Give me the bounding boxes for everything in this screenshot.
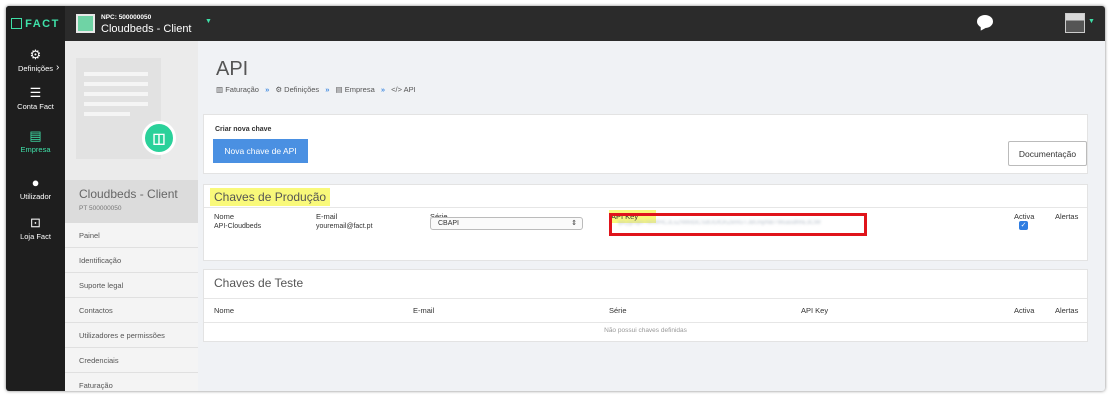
serie-select-value: CBAPI xyxy=(438,220,460,227)
production-keys-panel: Chaves de Produção Nome E-mail Série API… xyxy=(203,184,1088,261)
sidebar-item-suporte-legal[interactable]: Suporte legal xyxy=(65,273,198,298)
gears-icon: ⚙ xyxy=(275,85,283,94)
col-email: E-mail xyxy=(316,212,338,221)
nav-utilizador[interactable]: ● Utilizador xyxy=(6,175,65,201)
sidebar-item-label: Credenciais xyxy=(79,356,119,365)
nav-loja-fact[interactable]: ⊡ Loja Fact xyxy=(6,215,65,241)
col-activa: Activa xyxy=(1014,212,1035,221)
sidebar-item-label: Faturação xyxy=(79,381,113,390)
serie-select[interactable]: CBAPI ⇕ xyxy=(430,217,583,230)
user-icon: ● xyxy=(31,175,40,190)
avatar-caret-icon[interactable]: ▼ xyxy=(1088,18,1095,25)
breadcrumb-empresa[interactable]: Empresa xyxy=(345,85,375,94)
sidebar-item-label: Suporte legal xyxy=(79,281,124,290)
fact-badge-icon: ◫ xyxy=(142,121,176,155)
sidebar-item-label: Identificação xyxy=(79,256,122,265)
select-arrows-icon: ⇕ xyxy=(571,220,577,227)
client-nif: PT 500000050 xyxy=(79,205,122,212)
nav-conta-fact[interactable]: ☰ Conta Fact xyxy=(6,85,65,111)
sidebar-item-label: Utilizadores e permissões xyxy=(79,331,165,340)
sidebar-item-painel[interactable]: Painel xyxy=(65,223,198,248)
app-window: FACT NPC: 500000050 Cloudbeds - Client ▼… xyxy=(6,6,1105,391)
store-icon: ⊡ xyxy=(30,215,41,230)
breadcrumb: ▥ Faturação » ⚙ Definições » ▤ Empresa »… xyxy=(216,85,416,94)
row-name: API-Cloudbeds xyxy=(214,223,262,230)
company-sidebar: ◫ Cloudbeds - Client PT 500000050 Painel… xyxy=(65,41,198,391)
test-keys-title: Chaves de Teste xyxy=(214,276,304,290)
client-info: Cloudbeds - Client PT 500000050 xyxy=(65,180,198,223)
active-checkbox[interactable]: ✓ xyxy=(1019,221,1028,230)
sidebar-item-faturacao[interactable]: Faturação xyxy=(65,373,198,391)
col-serie: Série xyxy=(609,306,627,315)
top-bar: FACT NPC: 500000050 Cloudbeds - Client ▼… xyxy=(6,6,1105,41)
fact-logo[interactable]: FACT xyxy=(6,6,65,41)
documentation-button[interactable]: Documentação xyxy=(1008,141,1087,166)
nav-label: Empresa xyxy=(20,145,51,154)
nav-empresa[interactable]: ▤ Empresa xyxy=(6,128,65,154)
row-email: youremail@fact.pt xyxy=(316,223,373,230)
breadcrumb-separator-icon: » xyxy=(325,85,330,94)
api-key-field[interactable]: ljaQgnqeFNkWHCJLsZNWd3CSdUGfOnZkmGTJBUnp… xyxy=(609,213,867,236)
company-icon[interactable] xyxy=(76,14,95,33)
col-nome: Nome xyxy=(214,306,235,315)
left-nav: ⚙ Definições › ☰ Conta Fact ▤ Empresa ● … xyxy=(6,41,65,391)
company-nif: NPC: 500000050 xyxy=(101,14,152,21)
empty-state: Não possui chaves definidas xyxy=(604,327,687,334)
nav-label: Utilizador xyxy=(19,192,52,201)
company-caret-icon[interactable]: ▼ xyxy=(205,18,212,25)
col-nome: Nome xyxy=(214,212,235,221)
sidebar-item-utilizadores[interactable]: Utilizadores e permissões xyxy=(65,323,198,348)
menu-icon: ☰ xyxy=(29,85,42,100)
logo-text: FACT xyxy=(25,17,60,30)
col-api-key: API Key xyxy=(801,306,829,315)
chevron-right-icon: › xyxy=(56,62,60,73)
building-icon: ▤ xyxy=(29,128,42,143)
company-name[interactable]: Cloudbeds - Client xyxy=(101,23,192,35)
production-keys-title: Chaves de Produção xyxy=(210,188,331,206)
building-icon: ▤ xyxy=(335,85,343,94)
user-avatar[interactable] xyxy=(1065,13,1085,33)
nav-label: Loja Fact xyxy=(20,232,51,241)
nav-label: Conta Fact xyxy=(17,102,54,111)
sidebar-item-credenciais[interactable]: Credenciais xyxy=(65,348,198,373)
chat-icon[interactable] xyxy=(977,15,993,28)
new-key-label: Criar nova chave xyxy=(215,126,272,133)
test-keys-panel: Chaves de Teste Nome E-mail Série API Ke… xyxy=(203,269,1088,342)
breadcrumb-definicoes[interactable]: Definições xyxy=(284,85,319,94)
new-key-panel: Criar nova chave Nova chave de API Docum… xyxy=(203,114,1088,174)
page-title: API xyxy=(216,58,249,80)
sidebar-item-contactos[interactable]: Contactos xyxy=(65,298,198,323)
sidebar-item-label: Contactos xyxy=(79,306,113,315)
chart-icon: ▥ xyxy=(216,85,224,94)
sidebar-item-label: Painel xyxy=(79,231,100,240)
breadcrumb-separator-icon: » xyxy=(265,85,270,94)
col-alertas: Alertas xyxy=(1055,212,1079,221)
gears-icon: ⚙ xyxy=(29,47,42,62)
code-icon: </> xyxy=(391,85,402,94)
new-api-key-button[interactable]: Nova chave de API xyxy=(213,139,308,163)
breadcrumb-separator-icon: » xyxy=(380,85,386,94)
nav-label: Definições xyxy=(17,64,54,73)
col-alertas: Alertas xyxy=(1055,306,1079,315)
breadcrumb-faturacao[interactable]: Faturação xyxy=(225,85,259,94)
client-name: Cloudbeds - Client xyxy=(79,187,178,201)
col-activa: Activa xyxy=(1014,306,1035,315)
api-key-value: ljaQgnqeFNkWHCJLsZNWd3CSdUGfOnZkmGTJBUnp… xyxy=(618,220,821,226)
sidebar-item-identificacao[interactable]: Identificação xyxy=(65,248,198,273)
col-email: E-mail xyxy=(413,306,435,315)
breadcrumb-api: API xyxy=(403,85,416,94)
